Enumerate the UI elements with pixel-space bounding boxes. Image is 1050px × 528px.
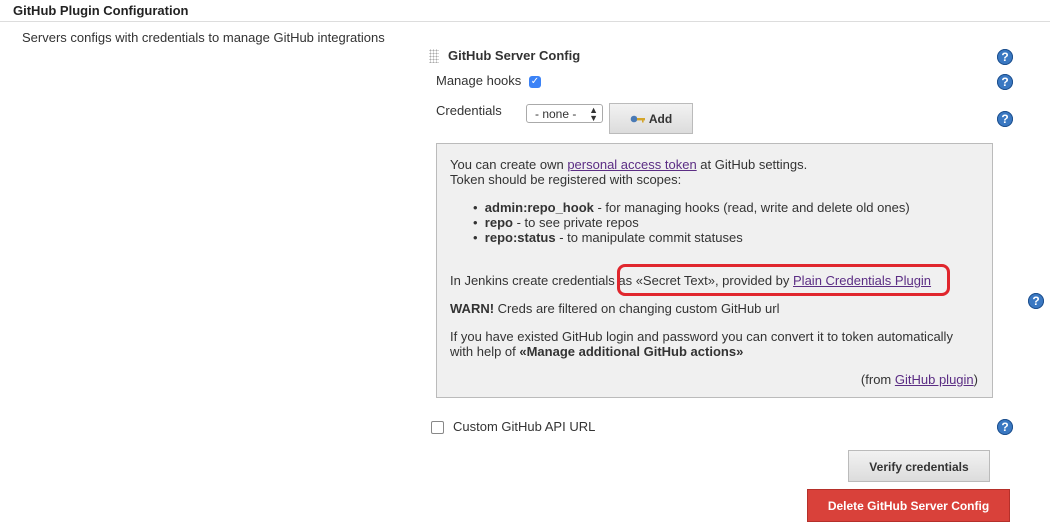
- credentials-label: Credentials: [436, 103, 502, 118]
- verify-credentials-button[interactable]: Verify credentials: [848, 450, 990, 482]
- section-header: GitHub Plugin Configuration: [0, 0, 1050, 22]
- help-circle-icon[interactable]: ?: [997, 111, 1013, 127]
- help-circle-icon[interactable]: ?: [997, 419, 1013, 435]
- select-arrows-icon: ▲ ▼: [589, 105, 598, 123]
- server-config-title: GitHub Server Config: [448, 48, 581, 63]
- custom-api-url-label: Custom GitHub API URL: [453, 419, 596, 434]
- scope-name: repo: [484, 215, 513, 230]
- from-prefix: (from: [860, 372, 895, 387]
- manage-hooks-label: Manage hooks: [436, 73, 522, 88]
- help-line-1-suffix: at GitHub settings.: [696, 157, 808, 172]
- from-plugin-line: (from GitHub plugin): [861, 372, 978, 387]
- highlight-annotation: [617, 264, 950, 296]
- help-circle-icon[interactable]: ?: [997, 49, 1013, 65]
- add-credentials-button[interactable]: Add: [609, 103, 693, 134]
- scope-desc: - for managing hooks (read, write and de…: [593, 200, 910, 215]
- warn-label: WARN!: [450, 301, 495, 316]
- scope-list-item: • repo:status - to manipulate commit sta…: [473, 230, 743, 245]
- scope-name: admin:repo_hook: [484, 200, 594, 215]
- help-circle-icon[interactable]: ?: [997, 74, 1013, 90]
- scope-list-item: • repo - to see private repos: [473, 215, 639, 230]
- scope-desc: - to see private repos: [512, 215, 639, 230]
- manage-hooks-checkbox[interactable]: ✓: [529, 76, 541, 88]
- help-line-1-prefix: You can create own: [450, 157, 568, 172]
- credentials-select[interactable]: - none - ▲ ▼: [526, 104, 603, 123]
- section-description: Servers configs with credentials to mana…: [22, 30, 385, 45]
- scope-desc: - to manipulate commit statuses: [555, 230, 743, 245]
- add-button-label: Add: [648, 112, 673, 126]
- warn-text: Creds are filtered on changing custom Gi…: [494, 301, 780, 316]
- help-line-1: You can create own personal access token…: [450, 157, 807, 172]
- convert-line-2: with help of «Manage additional GitHub a…: [450, 344, 743, 359]
- section-title: GitHub Plugin Configuration: [13, 3, 189, 18]
- key-icon: [630, 112, 646, 123]
- from-suffix: ): [973, 372, 978, 387]
- delete-server-config-button[interactable]: Delete GitHub Server Config: [807, 489, 1010, 522]
- help-circle-icon[interactable]: ?: [1028, 293, 1044, 309]
- warn-line: WARN! Creds are filtered on changing cus…: [450, 301, 779, 316]
- convert-line-2-prefix: with help of: [450, 344, 520, 359]
- personal-access-token-link[interactable]: personal access token: [567, 157, 696, 172]
- credentials-selected-value: - none -: [535, 107, 577, 121]
- scope-list-item: • admin:repo_hook - for managing hooks (…: [473, 200, 910, 215]
- scope-name: repo:status: [484, 230, 556, 245]
- manage-actions-text: «Manage additional GitHub actions»: [519, 344, 744, 359]
- help-line-2: Token should be registered with scopes:: [450, 172, 682, 187]
- convert-line-1: If you have existed GitHub login and pas…: [450, 329, 953, 344]
- drag-handle-icon[interactable]: [429, 49, 439, 63]
- github-plugin-link[interactable]: GitHub plugin: [895, 372, 974, 387]
- custom-api-url-checkbox[interactable]: [431, 421, 444, 434]
